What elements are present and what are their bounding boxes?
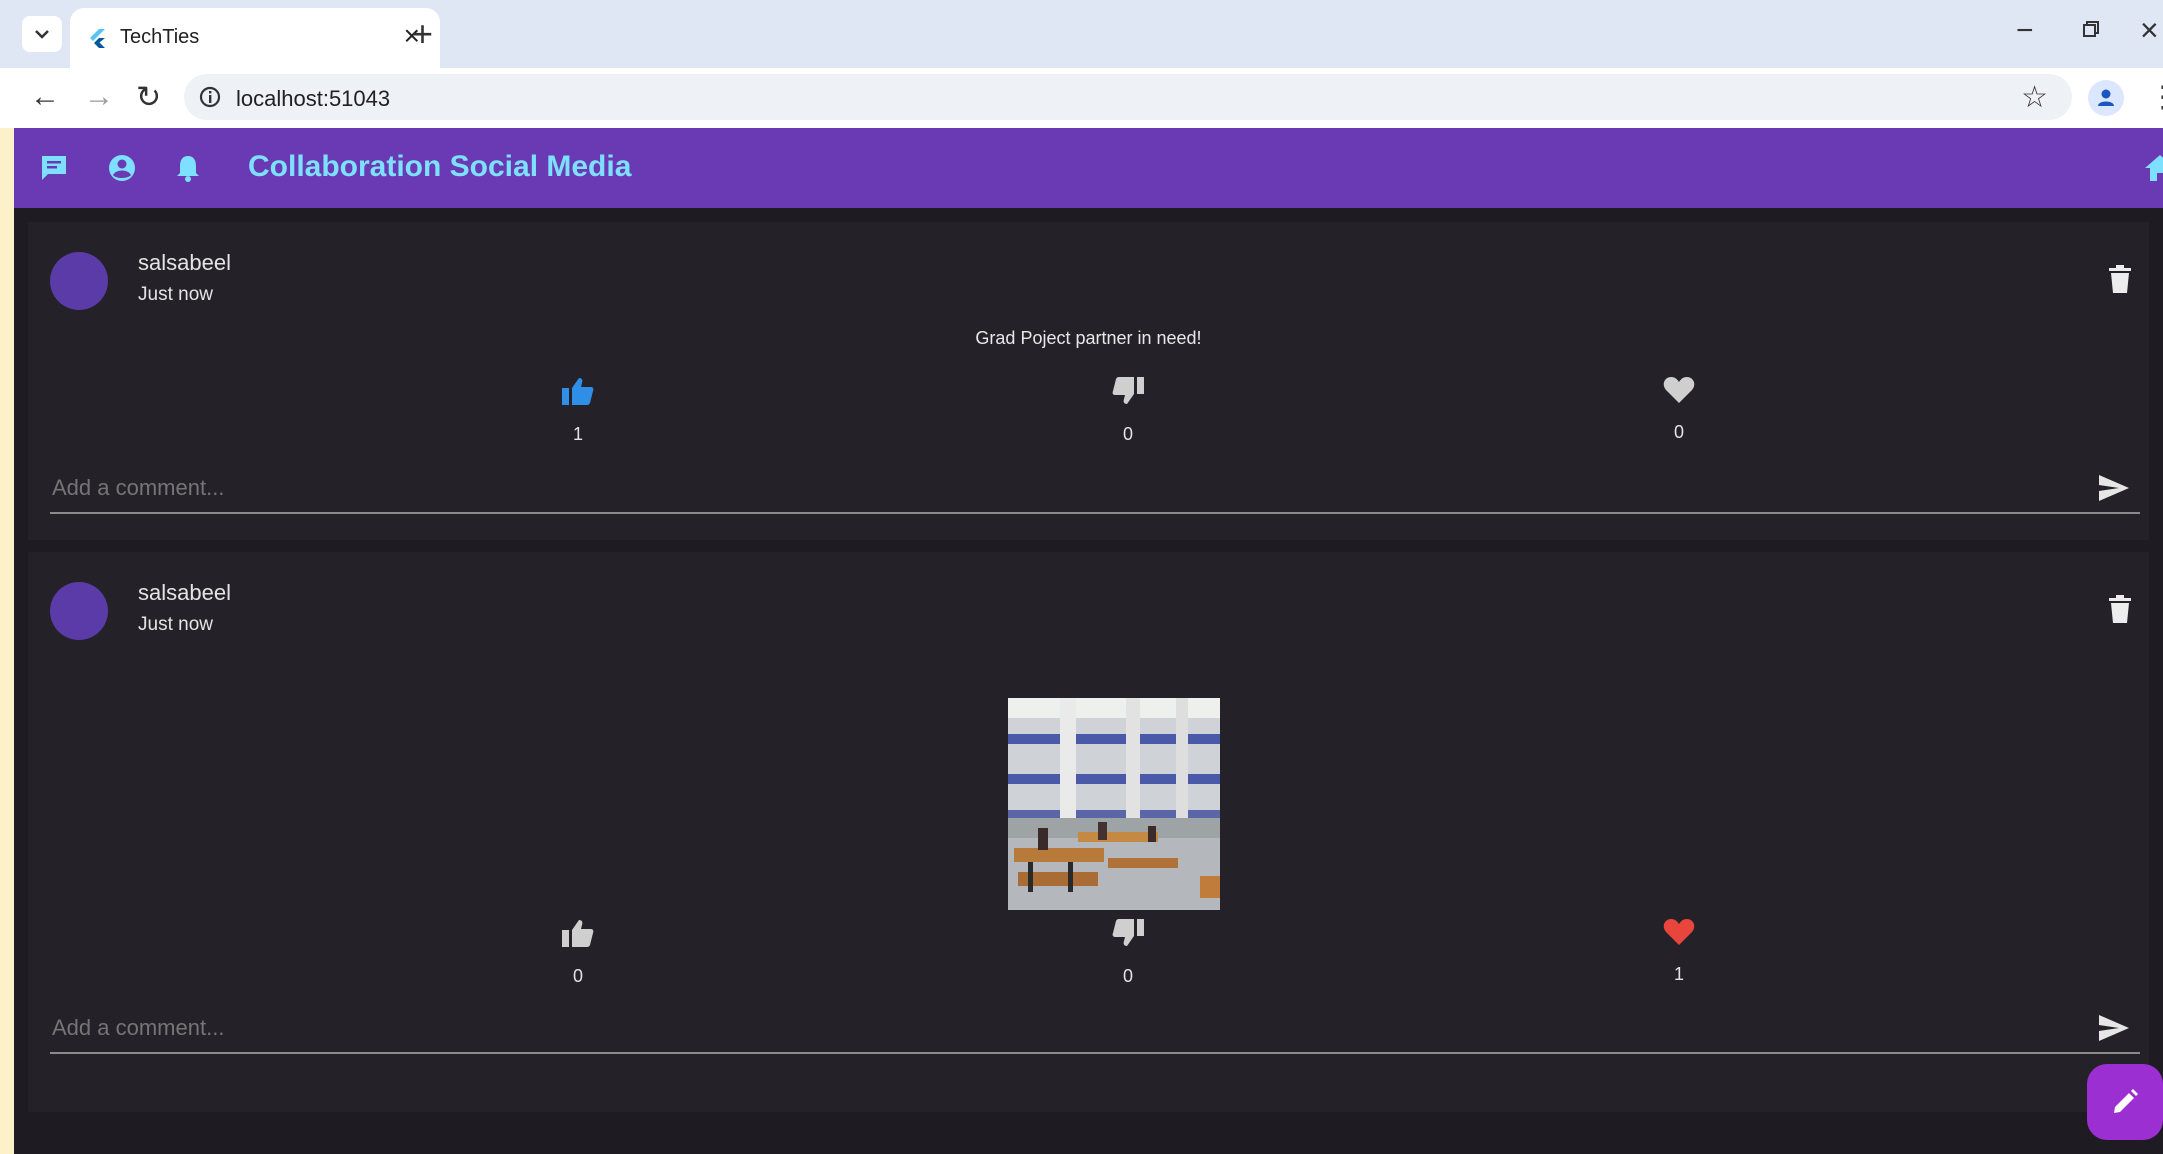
chat-icon[interactable]: [34, 148, 74, 188]
tab-title: TechTies: [120, 26, 200, 48]
thumb-down-icon: [1112, 377, 1144, 404]
restore-button[interactable]: [2082, 20, 2100, 38]
post-time: Just now: [138, 284, 213, 305]
notifications-icon[interactable]: [168, 148, 208, 188]
person-icon: [2098, 89, 2114, 106]
delete-icon[interactable]: [2108, 264, 2132, 294]
url-text: localhost:51043: [236, 86, 391, 111]
thumb-up-icon: [562, 378, 594, 405]
avatar[interactable]: [50, 582, 108, 640]
chevron-down-icon: [35, 30, 49, 39]
like-button[interactable]: 1: [548, 376, 608, 445]
tab-search-button[interactable]: [22, 16, 62, 52]
dislike-count: 0: [1122, 966, 1133, 986]
like-count: 1: [572, 424, 583, 444]
post-author: salsabeel: [138, 580, 231, 605]
heart-button[interactable]: 0: [1649, 376, 1709, 443]
heart-icon: [1663, 919, 1695, 945]
app-bar: Collaboration Social Media: [14, 128, 2163, 208]
profile-button[interactable]: [2088, 80, 2124, 116]
forward-button[interactable]: →: [84, 80, 114, 114]
back-button[interactable]: ←: [30, 80, 60, 114]
comment-input[interactable]: [50, 474, 1854, 502]
like-count: 0: [572, 966, 583, 986]
minimize-button[interactable]: −: [2016, 16, 2034, 46]
close-window-button[interactable]: ×: [2140, 14, 2159, 46]
reload-button[interactable]: ↻: [136, 80, 161, 115]
comment-field[interactable]: [50, 1004, 2140, 1054]
heart-icon: [1663, 377, 1695, 403]
thumb-up-icon: [562, 920, 594, 947]
browser-menu-icon[interactable]: ⋮: [2148, 80, 2163, 115]
thumb-down-icon: [1112, 919, 1144, 946]
bookmark-star-icon[interactable]: ☆: [2021, 80, 2048, 115]
comment-input[interactable]: [50, 1014, 1854, 1042]
post-card: salsabeel Just now Grad Poject partner i…: [28, 222, 2149, 540]
post-author: salsabeel: [138, 250, 231, 275]
like-button[interactable]: 0: [548, 918, 608, 987]
app-viewport: Collaboration Social Media salsabeel Jus…: [14, 128, 2163, 1154]
home-icon[interactable]: [2142, 150, 2163, 186]
send-icon[interactable]: [2098, 1014, 2130, 1042]
heart-button[interactable]: 1: [1649, 918, 1709, 985]
flutter-favicon-icon: [90, 29, 105, 48]
post-image: [1008, 698, 1220, 910]
delete-icon[interactable]: [2108, 594, 2132, 624]
post-time: Just now: [138, 614, 213, 635]
app-title: Collaboration Social Media: [248, 150, 632, 183]
post-text: Grad Poject partner in need!: [975, 328, 1202, 348]
account-circle-icon[interactable]: [102, 148, 142, 188]
tab-strip: TechTies × + − ×: [0, 0, 2163, 68]
edit-pencil-icon: [2114, 1089, 2138, 1113]
comment-field[interactable]: [50, 464, 2140, 514]
site-info-icon[interactable]: [198, 85, 222, 109]
send-icon[interactable]: [2098, 474, 2130, 502]
browser-tab[interactable]: TechTies ×: [70, 8, 440, 68]
heart-count: 0: [1673, 422, 1684, 442]
address-bar[interactable]: localhost:51043 ☆: [184, 74, 2072, 120]
post-card: salsabeel Just now 0 0 1 Add a comment..…: [28, 552, 2149, 1112]
create-post-button[interactable]: [2087, 1064, 2163, 1140]
new-tab-button[interactable]: +: [412, 16, 433, 52]
browser-window: TechTies × + − × ← → ↻ localhost:51043 ☆…: [0, 0, 2163, 1154]
browser-toolbar: ← → ↻ localhost:51043 ☆ ⋮: [0, 68, 2163, 128]
dislike-button[interactable]: 0: [1098, 918, 1158, 987]
dislike-count: 0: [1122, 424, 1133, 444]
dislike-button[interactable]: 0: [1098, 376, 1158, 445]
heart-count: 1: [1673, 964, 1684, 984]
avatar[interactable]: [50, 252, 108, 310]
